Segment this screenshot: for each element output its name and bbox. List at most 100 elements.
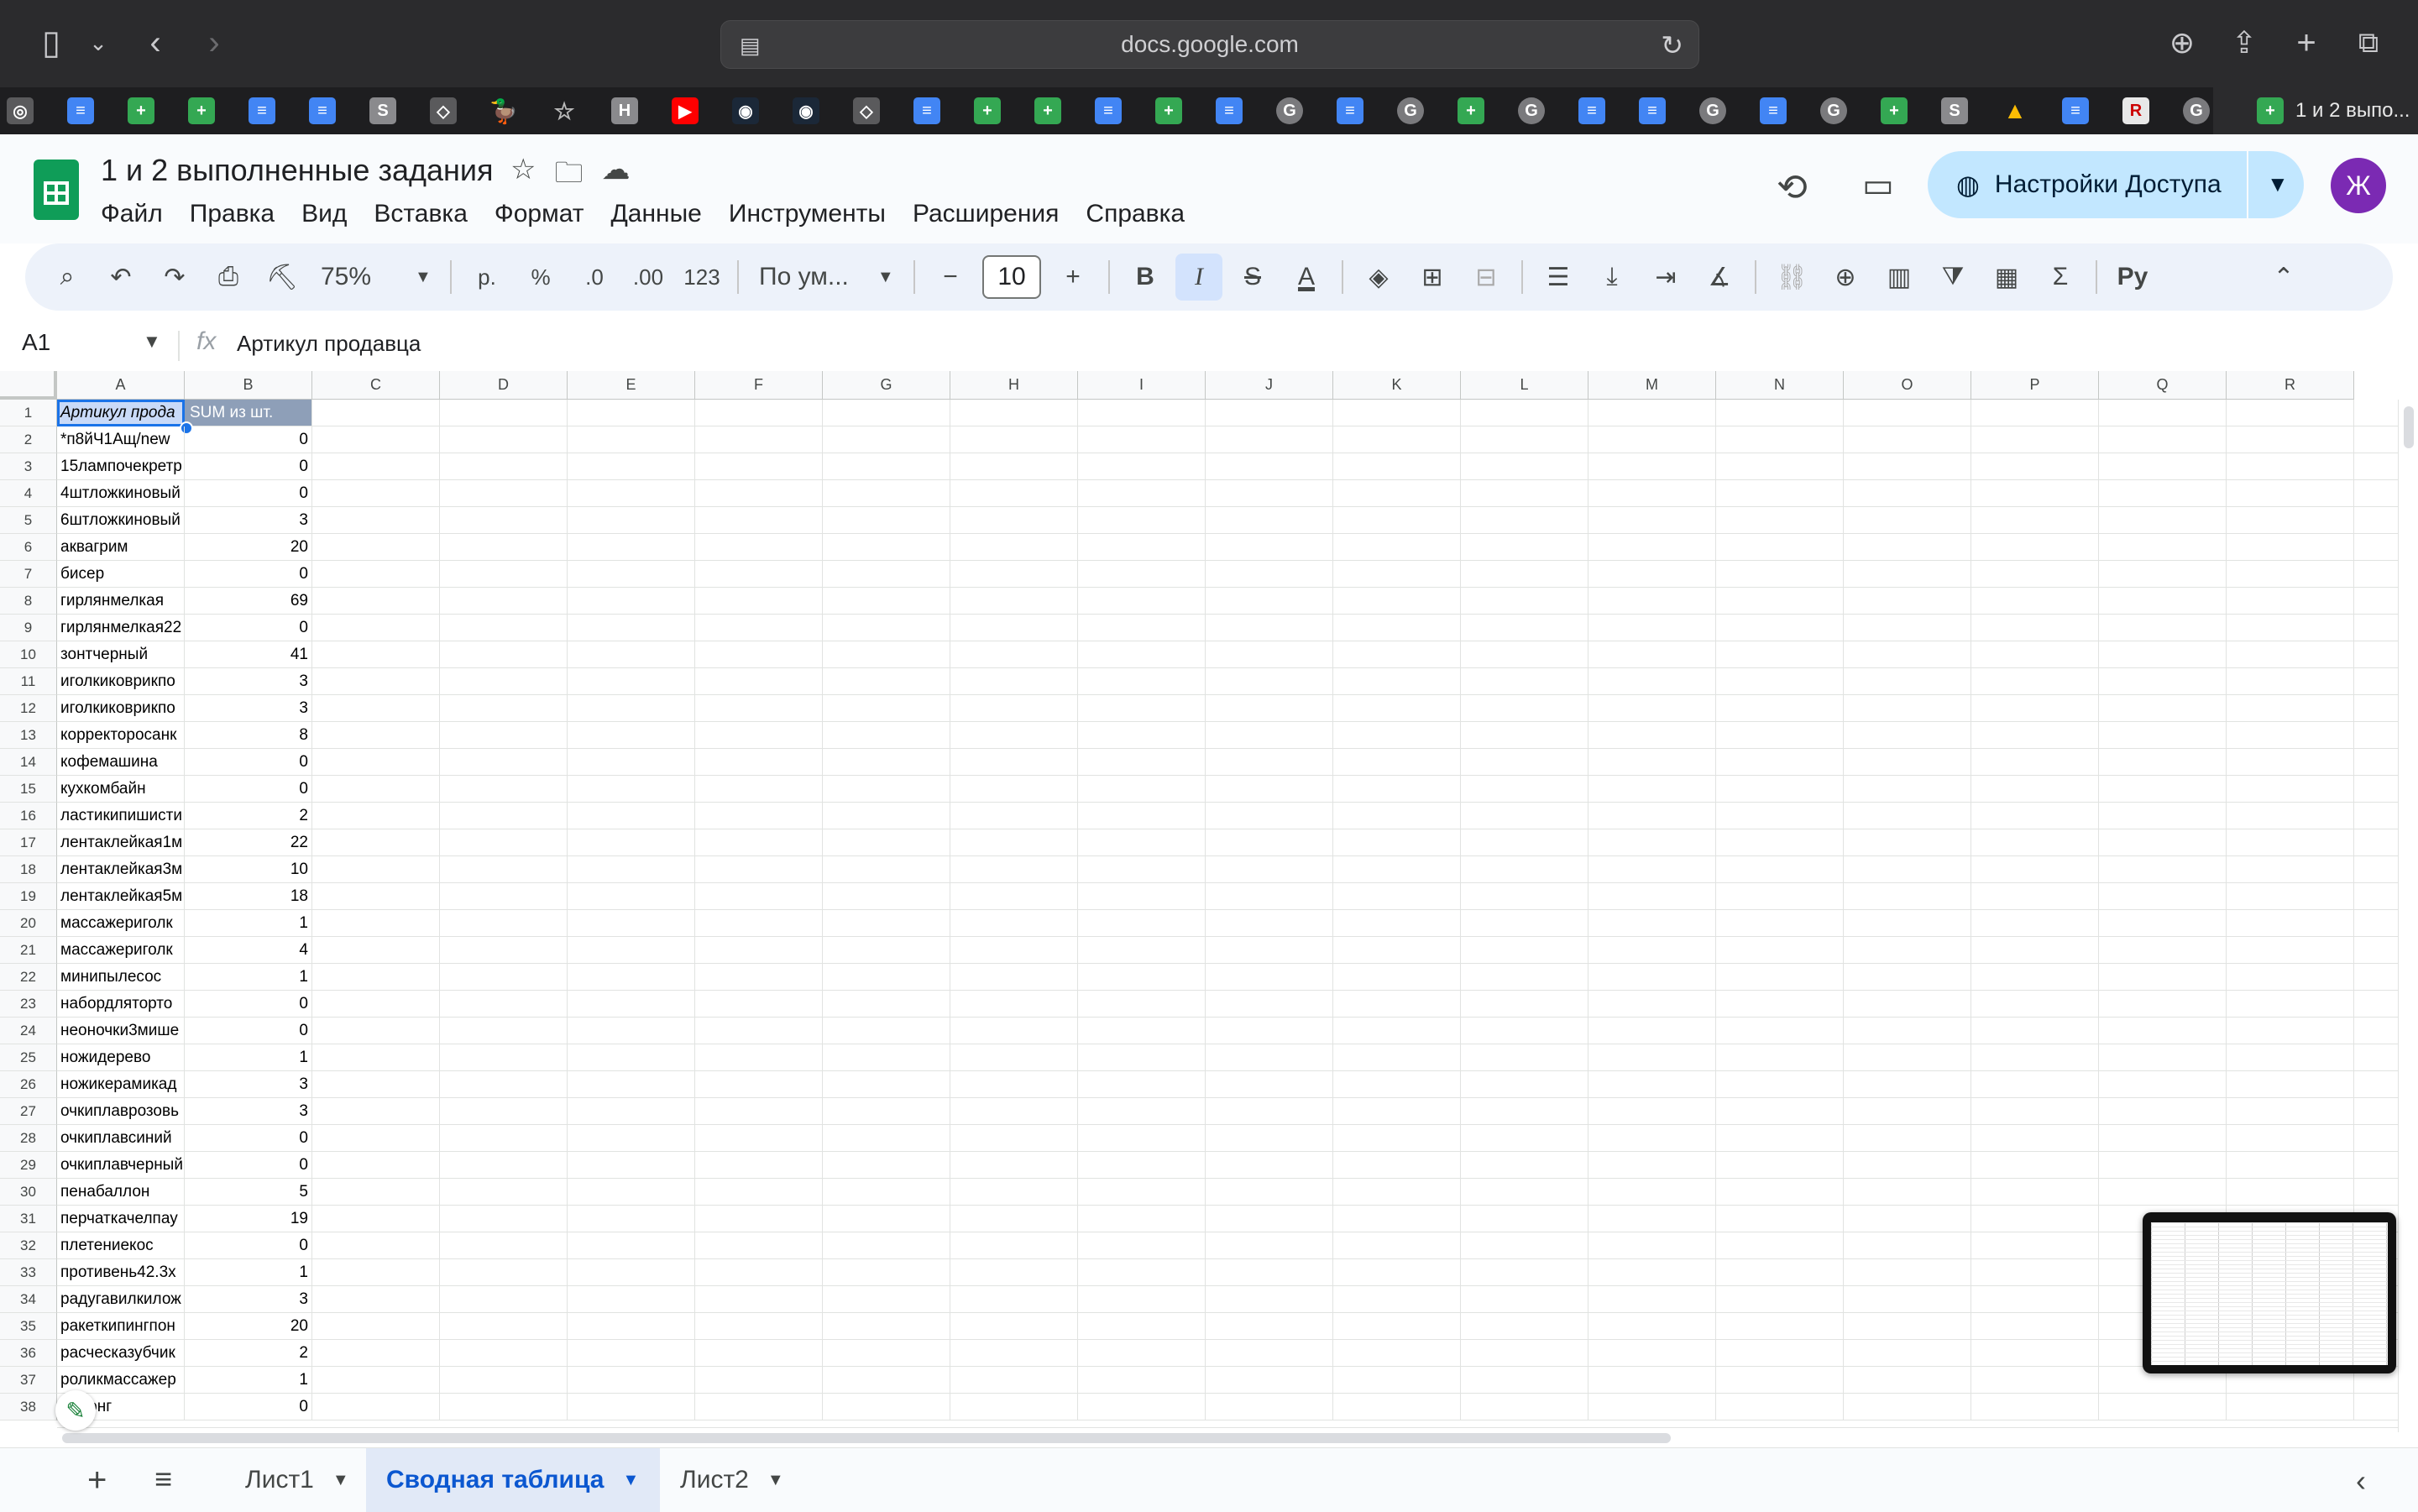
cell-seller-sku[interactable]: гирлянмелкая22 (57, 615, 185, 641)
cell-seller-sku[interactable]: корректоросанк (57, 722, 185, 749)
cell-sum-qty[interactable]: 69 (185, 588, 312, 615)
r-tab-icon[interactable]: R (2122, 97, 2149, 124)
row-header[interactable]: 10 (0, 641, 57, 668)
row-header[interactable]: 19 (0, 883, 57, 910)
doc-tab-icon[interactable]: ≡ (1578, 97, 1605, 124)
cell-sum-qty[interactable]: 4 (185, 937, 312, 964)
empty-cells[interactable] (312, 991, 2418, 1018)
cell-sum-qty[interactable]: 1 (185, 1044, 312, 1071)
cell-sum-qty[interactable]: 19 (185, 1206, 312, 1232)
g-tab-icon[interactable]: G (1276, 97, 1303, 124)
row-header[interactable]: 25 (0, 1044, 57, 1071)
avatar[interactable]: Ж (2331, 158, 2386, 213)
doc-tab-icon[interactable]: ≡ (1337, 97, 1363, 124)
empty-cells[interactable] (312, 695, 2418, 722)
cell-seller-sku[interactable]: иголкиковрикпо (57, 695, 185, 722)
tab-group-chevron-icon[interactable]: ⌄ (77, 22, 119, 64)
column-header-o[interactable]: O (1844, 371, 1971, 400)
cell-seller-sku[interactable]: 4штложкиновый (57, 480, 185, 507)
column-header-j[interactable]: J (1206, 371, 1333, 400)
cell-sum-qty[interactable]: 0 (185, 453, 312, 480)
font-select[interactable]: По ум... ▼ (751, 254, 902, 301)
cell-seller-sku[interactable]: лентаклейкая5м (57, 883, 185, 910)
cell-sum-qty[interactable]: 3 (185, 1098, 312, 1125)
empty-cells[interactable] (312, 453, 2418, 480)
horizontal-align-icon[interactable]: ☰ (1535, 254, 1582, 301)
g-tab-icon[interactable]: G (2183, 97, 2210, 124)
row-header[interactable]: 26 (0, 1071, 57, 1098)
sheet-tab-icon[interactable]: + (128, 97, 154, 124)
column-header-f[interactable]: F (695, 371, 823, 400)
cell-seller-sku[interactable]: очкиплавсиний (57, 1125, 185, 1152)
spreadsheet-grid[interactable]: ABCDEFGHIJKLMNOPQR 1 Артикул прода SUM из … (0, 371, 2418, 1432)
column-header-a[interactable]: A (57, 371, 185, 400)
cell-sum-qty[interactable]: 0 (185, 749, 312, 776)
chevron-down-icon[interactable]: ▼ (143, 331, 161, 353)
doc-tab-icon[interactable]: ≡ (309, 97, 336, 124)
cell-sum-qty[interactable]: 0 (185, 1125, 312, 1152)
share-dropdown-icon[interactable]: ▼ (2267, 171, 2289, 197)
empty-cells[interactable] (312, 749, 2418, 776)
steam-tab-icon[interactable]: ◉ (793, 97, 819, 124)
cell-seller-sku[interactable]: гирлянмелкая (57, 588, 185, 615)
print-icon[interactable]: ⎙ (205, 254, 252, 301)
cell-b1[interactable]: SUM из шт. (185, 400, 312, 426)
empty-cells[interactable] (312, 426, 2418, 453)
column-header-c[interactable]: C (312, 371, 440, 400)
cell-sum-qty[interactable]: 0 (185, 991, 312, 1018)
cell-sum-qty[interactable]: 8 (185, 722, 312, 749)
column-header-i[interactable]: I (1078, 371, 1206, 400)
row-header[interactable]: 17 (0, 829, 57, 856)
column-header-b[interactable]: B (185, 371, 312, 400)
column-header-n[interactable]: N (1716, 371, 1844, 400)
row-header[interactable]: 35 (0, 1313, 57, 1340)
font-size-input[interactable]: 10 (982, 255, 1041, 299)
column-header-k[interactable]: K (1333, 371, 1461, 400)
row-header[interactable]: 16 (0, 803, 57, 829)
currency-format-button[interactable]: р. (463, 254, 510, 301)
tab-overview-icon[interactable]: ⧉ (2347, 22, 2389, 64)
edit-pencil-icon[interactable]: ✎ (55, 1390, 96, 1431)
strikethrough-button[interactable]: S (1229, 254, 1276, 301)
empty-cells[interactable] (312, 776, 2418, 803)
decrease-decimal-button[interactable]: .0 (571, 254, 618, 301)
row-header[interactable]: 9 (0, 615, 57, 641)
cell-seller-sku[interactable]: плетениекос (57, 1232, 185, 1259)
cell-seller-sku[interactable]: ножикерамикад (57, 1071, 185, 1098)
row-header[interactable]: 24 (0, 1018, 57, 1044)
insert-link-icon[interactable]: ⛓ (1768, 254, 1815, 301)
cell-a1[interactable]: Артикул прода (57, 400, 185, 426)
cell-seller-sku[interactable]: 6штложкиновый (57, 507, 185, 534)
sheet-tab-icon[interactable]: + (1034, 97, 1061, 124)
menu-view[interactable]: Вид (288, 193, 360, 235)
collapse-sidepanel-icon[interactable]: ‹ (2356, 1463, 2366, 1499)
add-sheet-icon[interactable]: + (87, 1462, 107, 1499)
cell-sum-qty[interactable]: 20 (185, 1313, 312, 1340)
new-tab-icon[interactable]: + (2285, 22, 2327, 64)
cell-seller-sku[interactable]: очкиплавчерный (57, 1152, 185, 1179)
column-header-q[interactable]: Q (2099, 371, 2227, 400)
screenshot-thumbnail[interactable] (2143, 1212, 2396, 1373)
empty-cells[interactable] (312, 803, 2418, 829)
horizontal-scrollbar[interactable] (57, 1427, 2398, 1448)
row-header[interactable]: 1 (0, 400, 57, 426)
empty-cells[interactable] (312, 1125, 2418, 1152)
column-header-l[interactable]: L (1461, 371, 1588, 400)
empty-cells[interactable] (312, 856, 2418, 883)
cell-seller-sku[interactable]: очкиплаврозовь (57, 1098, 185, 1125)
empty-cells[interactable] (312, 641, 2418, 668)
cell-seller-sku[interactable]: ножидерево (57, 1044, 185, 1071)
misc-tab-icon[interactable]: ◇ (853, 97, 880, 124)
back-icon[interactable]: ‹ (134, 22, 176, 64)
menu-help[interactable]: Справка (1072, 193, 1198, 235)
menu-edit[interactable]: Правка (176, 193, 288, 235)
share-button[interactable]: ◍ Настройки Доступа ▼ (1928, 151, 2304, 218)
doc-tab-icon[interactable]: ≡ (1216, 97, 1243, 124)
reload-icon[interactable]: ↻ (1661, 29, 1683, 61)
row-header[interactable]: 13 (0, 722, 57, 749)
cell-sum-qty[interactable]: 3 (185, 507, 312, 534)
s-tab-icon[interactable]: S (1941, 97, 1968, 124)
vertical-align-icon[interactable]: ⤓ (1588, 254, 1636, 301)
sidebar-toggle-icon[interactable]: ▯ (30, 22, 72, 64)
row-header[interactable]: 29 (0, 1152, 57, 1179)
